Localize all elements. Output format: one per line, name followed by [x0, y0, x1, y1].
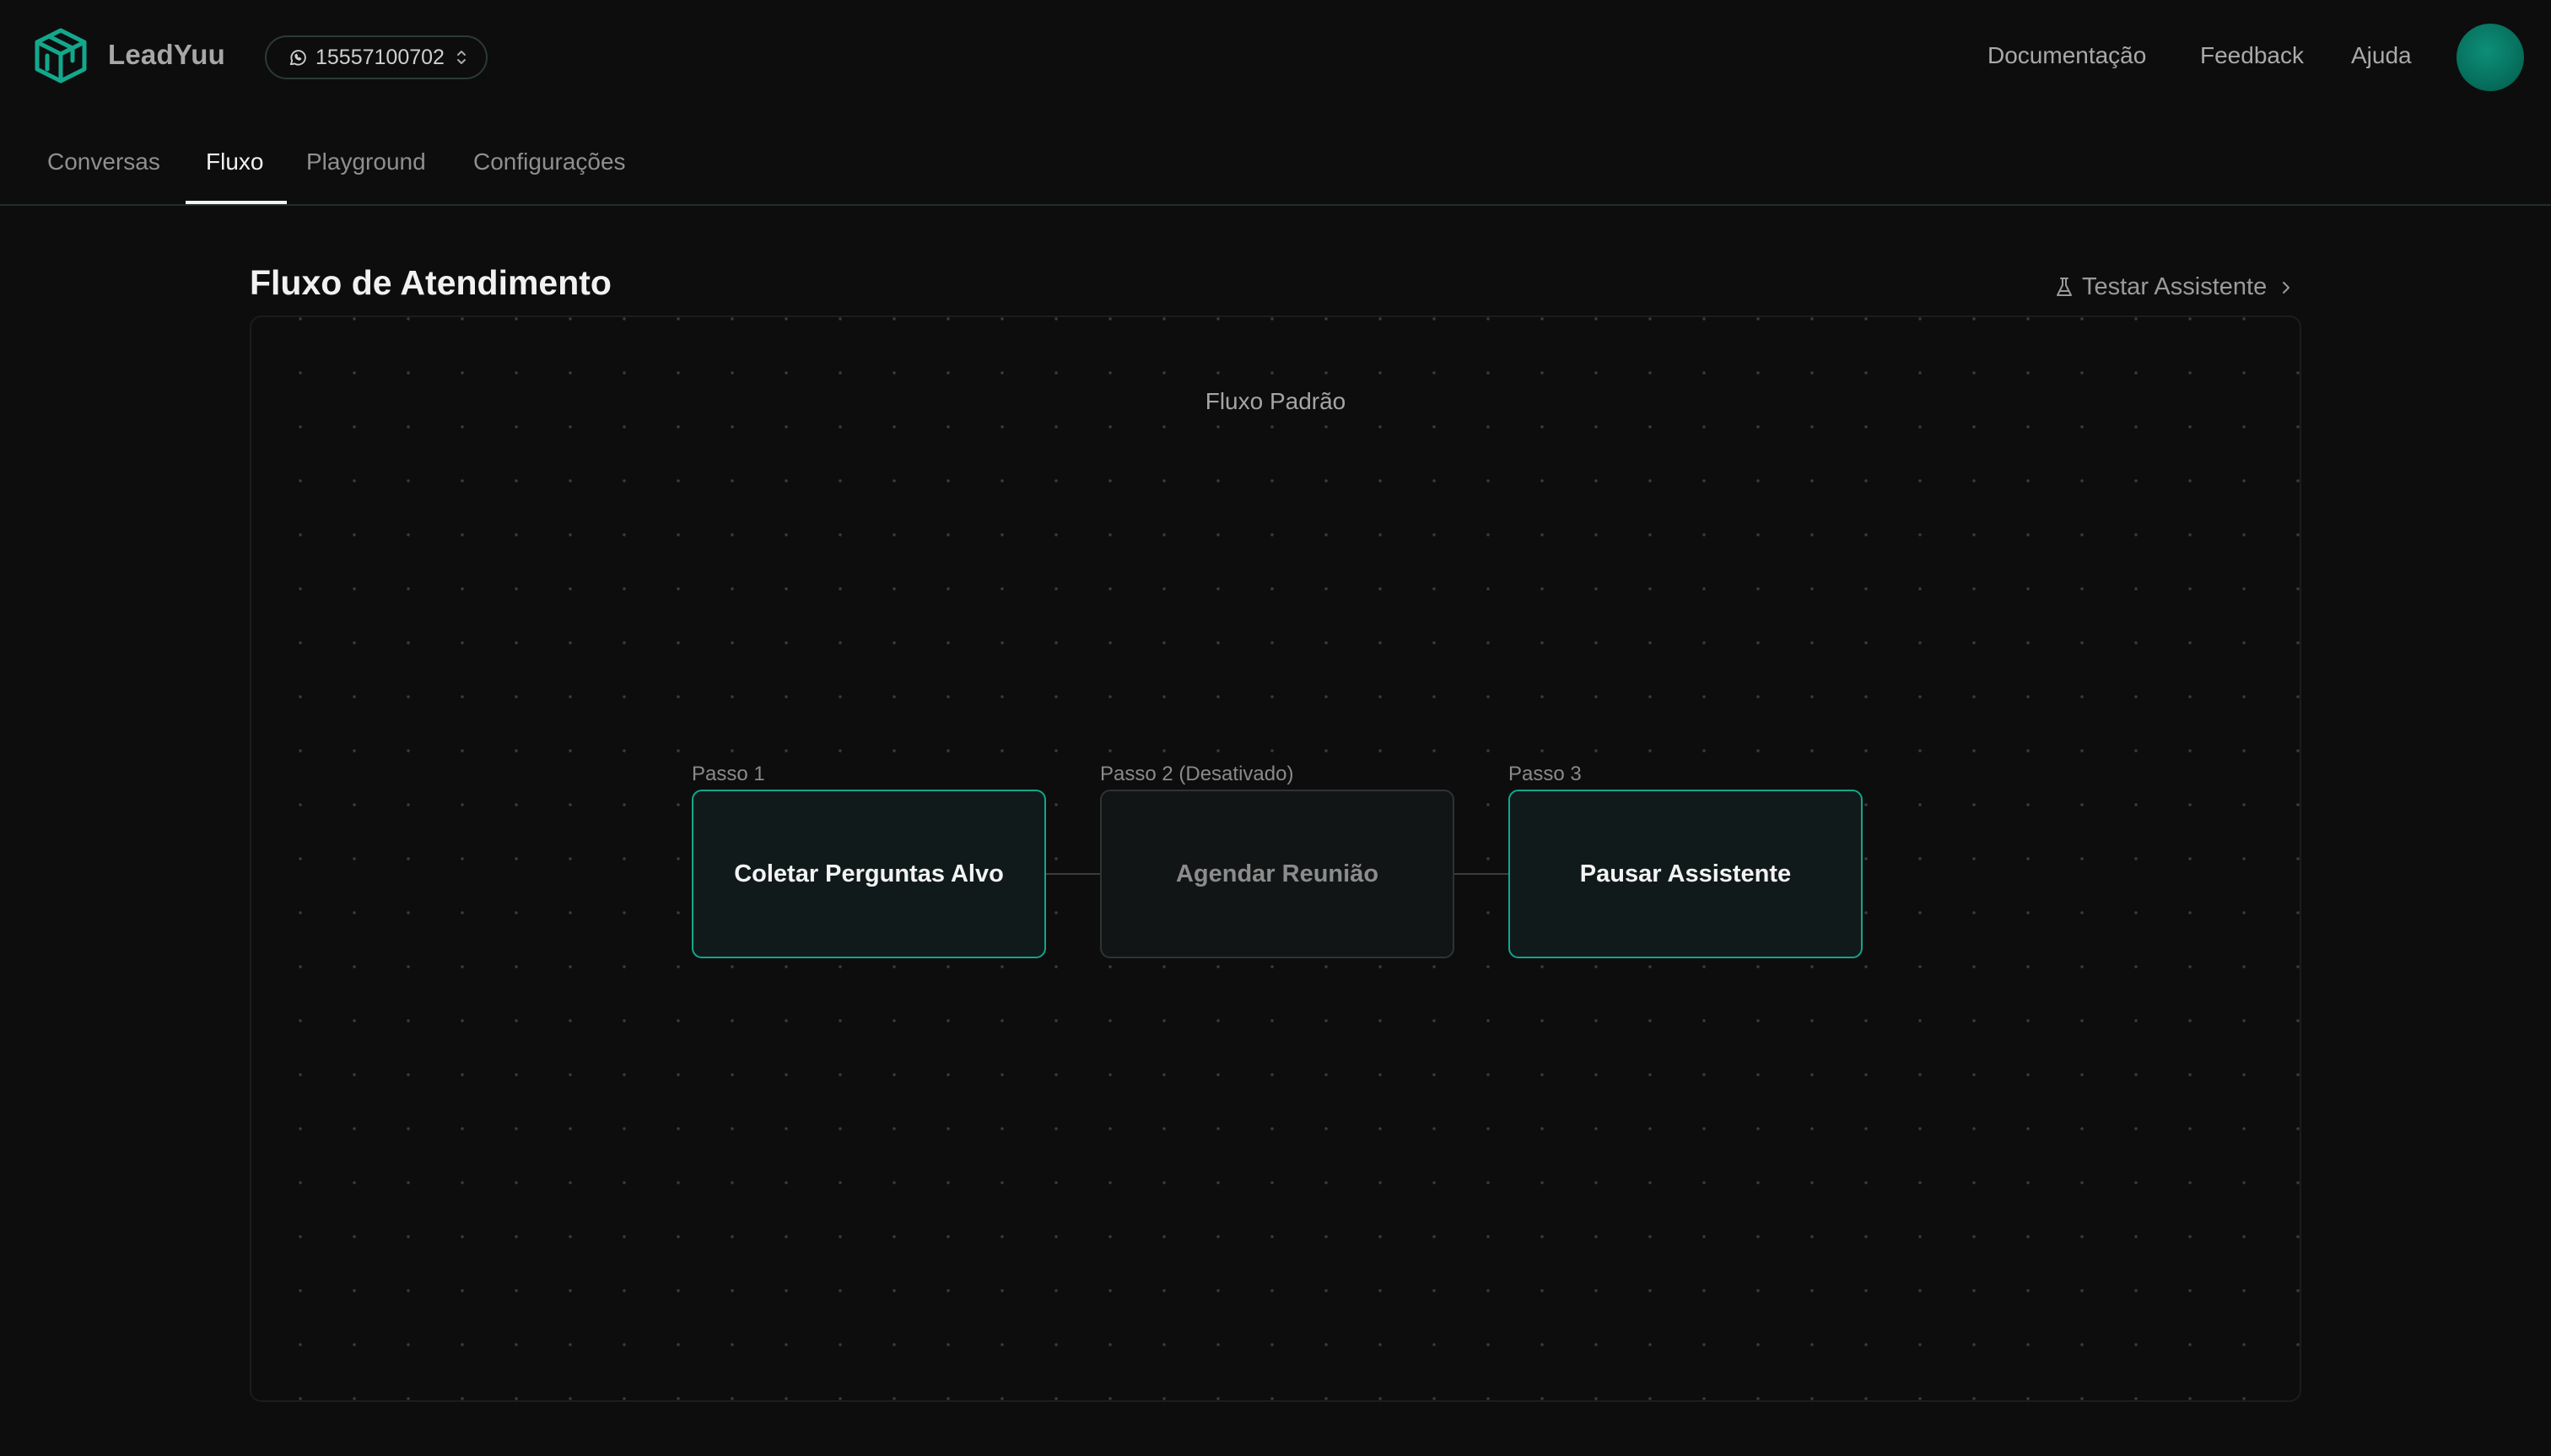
whatsapp-icon — [289, 50, 306, 66]
cube-logo-icon[interactable] — [34, 27, 88, 84]
user-avatar[interactable] — [2457, 24, 2524, 91]
feedback-link[interactable]: Feedback — [2200, 42, 2304, 69]
step-2-title: Agendar Reunião — [1175, 860, 1379, 887]
step-3-label: Passo 3 — [1508, 763, 1582, 785]
connector-2-3 — [1454, 873, 1508, 875]
flask-icon — [2057, 277, 2072, 296]
chevron-right-icon — [2283, 281, 2290, 294]
tab-playground[interactable]: Playground — [306, 148, 426, 175]
phone-number: 15557100702 — [316, 45, 445, 69]
main-tabs: Conversas Fluxo Playground Configurações — [0, 115, 2551, 206]
step-1-title: Coletar Perguntas Alvo — [734, 860, 1004, 887]
tab-conversas[interactable]: Conversas — [47, 148, 160, 175]
step-3-node[interactable]: Pausar Assistente — [1508, 790, 1863, 958]
flow-canvas[interactable]: Fluxo Padrão Passo 1 Coletar Perguntas A… — [250, 315, 2301, 1402]
brand-name: LeadYuu — [108, 39, 225, 70]
test-assistant-label: Testar Assistente — [2082, 273, 2268, 300]
page-title: Fluxo de Atendimento — [250, 263, 612, 302]
phone-number-selector[interactable]: 15557100702 — [265, 35, 488, 79]
step-2-label: Passo 2 (Desativado) — [1100, 763, 1294, 785]
flow-name: Fluxo Padrão — [1205, 388, 1346, 414]
connector-1-2 — [1046, 873, 1100, 875]
top-header: LeadYuu 15557100702 Documentação Feedbac… — [0, 0, 2551, 115]
step-3-title: Pausar Assistente — [1579, 860, 1792, 887]
help-link[interactable]: Ajuda — [2351, 42, 2412, 69]
tab-fluxo[interactable]: Fluxo — [206, 148, 263, 175]
tab-configuracoes[interactable]: Configurações — [473, 148, 626, 175]
step-1-label: Passo 1 — [692, 763, 765, 785]
documentation-link[interactable]: Documentação — [1987, 42, 2146, 69]
test-assistant-link[interactable]: Testar Assistente — [2055, 273, 2292, 301]
step-2-node[interactable]: Agendar Reunião — [1100, 790, 1454, 958]
active-tab-indicator — [186, 201, 287, 204]
step-1-node[interactable]: Coletar Perguntas Alvo — [692, 790, 1046, 958]
chevron-up-down-icon — [456, 51, 466, 64]
